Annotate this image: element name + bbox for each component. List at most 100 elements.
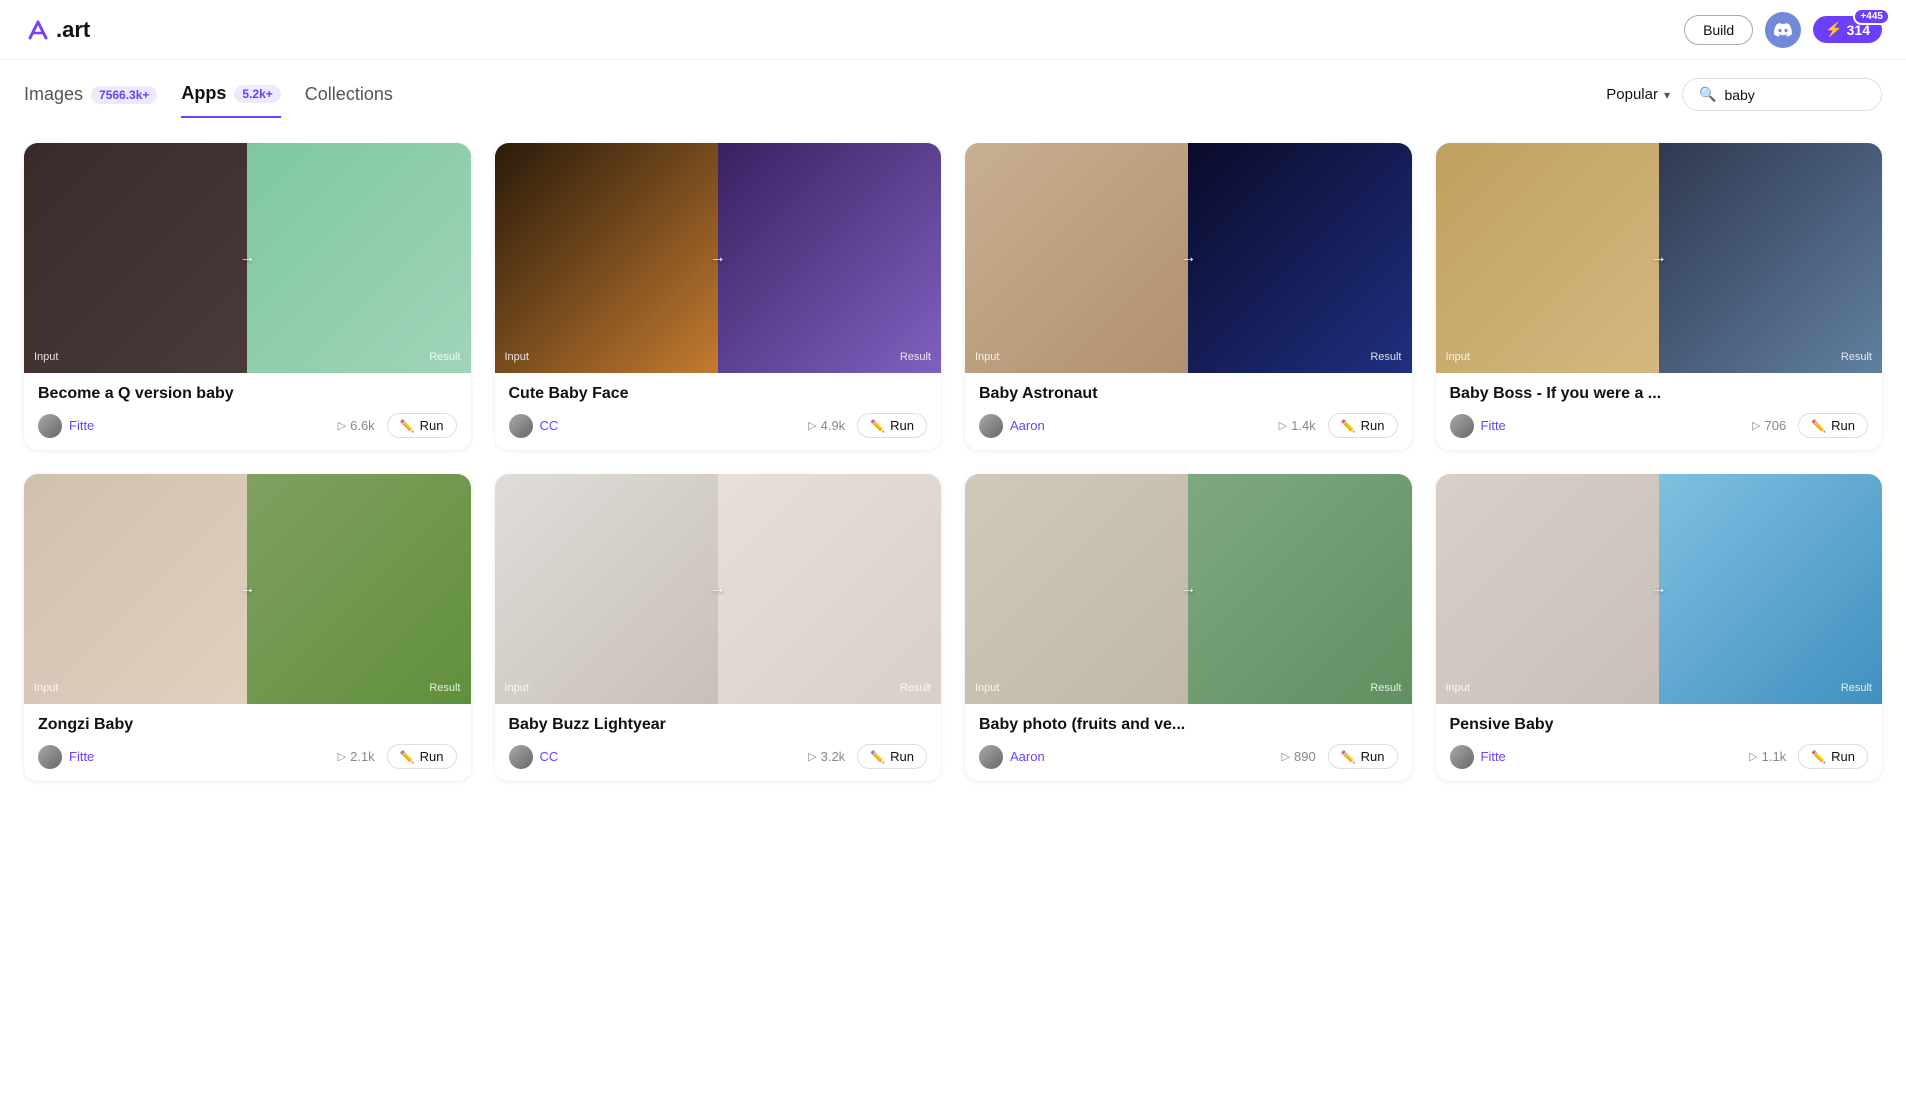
sort-dropdown[interactable]: Popular ▾ [1606,86,1670,103]
card-author[interactable]: Fitte [1450,414,1506,438]
card-input-image: Input [24,474,247,704]
tab-images-badge: 7566.3k+ [91,86,157,104]
tab-apps-badge: 5.2k+ [234,85,280,103]
card-item[interactable]: Input Result → Baby Buzz Lightyear CC ▷ … [495,474,942,781]
credits-button[interactable]: +445 ⚡ 314 [1813,16,1882,43]
card-input-label: Input [505,682,529,694]
card-stats: ▷ 4.9k ✏️ Run [808,413,927,438]
card-item[interactable]: Input Result → Zongzi Baby Fitte ▷ 2.1k [24,474,471,781]
views-count: 1.1k [1762,749,1787,764]
card-views: ▷ 2.1k [338,749,375,764]
card-title: Baby Buzz Lightyear [509,716,928,734]
card-stats: ▷ 3.2k ✏️ Run [808,744,927,769]
card-item[interactable]: Input Result → Baby photo (fruits and ve… [965,474,1412,781]
card-meta: Aaron ▷ 890 ✏️ Run [979,744,1398,769]
search-input[interactable] [1724,87,1865,103]
tab-collections[interactable]: Collections [305,84,393,117]
card-result-image: Result [1188,143,1411,373]
card-stats: ▷ 706 ✏️ Run [1752,413,1868,438]
card-image: Input Result → [965,143,1412,373]
card-author[interactable]: Fitte [38,414,94,438]
card-meta: Fitte ▷ 1.1k ✏️ Run [1450,744,1869,769]
card-author[interactable]: CC [509,745,559,769]
run-button[interactable]: ✏️ Run [1328,413,1398,438]
arrow-icon: → [710,580,726,598]
card-views: ▷ 890 [1282,749,1316,764]
run-icon: ✏️ [1811,750,1826,764]
card-image: Input Result → [1436,143,1883,373]
arrow-icon: → [1180,580,1196,598]
card-item[interactable]: Input Result → Pensive Baby Fitte ▷ 1.1k [1436,474,1883,781]
card-result-label: Result [900,682,931,694]
arrow-icon: → [1180,249,1196,267]
card-input-label: Input [505,351,529,363]
card-input-image: Input [1436,474,1659,704]
card-info: Baby Buzz Lightyear CC ▷ 3.2k ✏️ Run [495,704,942,781]
run-label: Run [1361,418,1385,433]
card-meta: Fitte ▷ 2.1k ✏️ Run [38,744,457,769]
card-input-image: Input [24,143,247,373]
card-info: Become a Q version baby Fitte ▷ 6.6k ✏️ … [24,373,471,450]
run-button[interactable]: ✏️ Run [387,744,457,769]
run-button[interactable]: ✏️ Run [387,413,457,438]
run-icon: ✏️ [1811,419,1826,433]
tab-collections-label: Collections [305,84,393,105]
play-icon: ▷ [338,750,346,763]
card-input-image: Input [495,474,718,704]
card-item[interactable]: Input Result → Cute Baby Face CC ▷ 4.9k [495,143,942,450]
run-button[interactable]: ✏️ Run [1798,744,1868,769]
run-button[interactable]: ✏️ Run [1798,413,1868,438]
card-author[interactable]: Aaron [979,745,1045,769]
run-label: Run [1361,749,1385,764]
run-button[interactable]: ✏️ Run [1328,744,1398,769]
views-count: 706 [1764,418,1786,433]
run-icon: ✏️ [400,419,415,433]
card-views: ▷ 706 [1752,418,1786,433]
card-title: Pensive Baby [1450,716,1869,734]
author-name: Fitte [1481,749,1506,764]
build-button[interactable]: Build [1684,15,1753,45]
lightning-icon: ⚡ [1825,21,1842,38]
card-meta: CC ▷ 3.2k ✏️ Run [509,744,928,769]
play-icon: ▷ [808,419,816,432]
discord-icon [1774,23,1792,37]
tab-apps[interactable]: Apps 5.2k+ [181,83,280,118]
card-author[interactable]: Fitte [38,745,94,769]
credits-badge: +445 [1853,8,1890,25]
card-image: Input Result → [1436,474,1883,704]
nav-right: Popular ▾ 🔍 [1606,78,1882,123]
card-meta: Aaron ▷ 1.4k ✏️ Run [979,413,1398,438]
run-label: Run [420,418,444,433]
author-avatar [509,414,533,438]
run-icon: ✏️ [1341,750,1356,764]
card-result-image: Result [1188,474,1411,704]
discord-button[interactable] [1765,12,1801,48]
card-author[interactable]: Fitte [1450,745,1506,769]
author-name: Fitte [69,418,94,433]
logo[interactable]: .art [24,16,90,44]
search-icon: 🔍 [1699,86,1716,103]
card-image: Flowers Input Result → [24,143,471,373]
run-button[interactable]: ✏️ Run [857,744,927,769]
card-author[interactable]: CC [509,414,559,438]
play-icon: ▷ [338,419,346,432]
run-button[interactable]: ✏️ Run [857,413,927,438]
card-views: ▷ 1.4k [1279,418,1316,433]
card-item[interactable]: Input Result → Baby Astronaut Aaron ▷ 1.… [965,143,1412,450]
card-input-image: Input [965,474,1188,704]
card-author[interactable]: Aaron [979,414,1045,438]
card-item[interactable]: Input Result → Baby Boss - If you were a… [1436,143,1883,450]
chevron-down-icon: ▾ [1664,88,1670,102]
card-stats: ▷ 2.1k ✏️ Run [338,744,457,769]
card-stats: ▷ 1.1k ✏️ Run [1749,744,1868,769]
card-result-image: Result [1659,474,1882,704]
run-label: Run [420,749,444,764]
card-result-label: Result [429,682,460,694]
sort-label: Popular [1606,86,1658,103]
card-item[interactable]: Flowers Input Result → Become a Q versio… [24,143,471,450]
tab-images[interactable]: Images 7566.3k+ [24,84,157,117]
card-info: Cute Baby Face CC ▷ 4.9k ✏️ Run [495,373,942,450]
author-avatar [979,414,1003,438]
author-name: CC [540,418,559,433]
author-name: Aaron [1010,418,1045,433]
